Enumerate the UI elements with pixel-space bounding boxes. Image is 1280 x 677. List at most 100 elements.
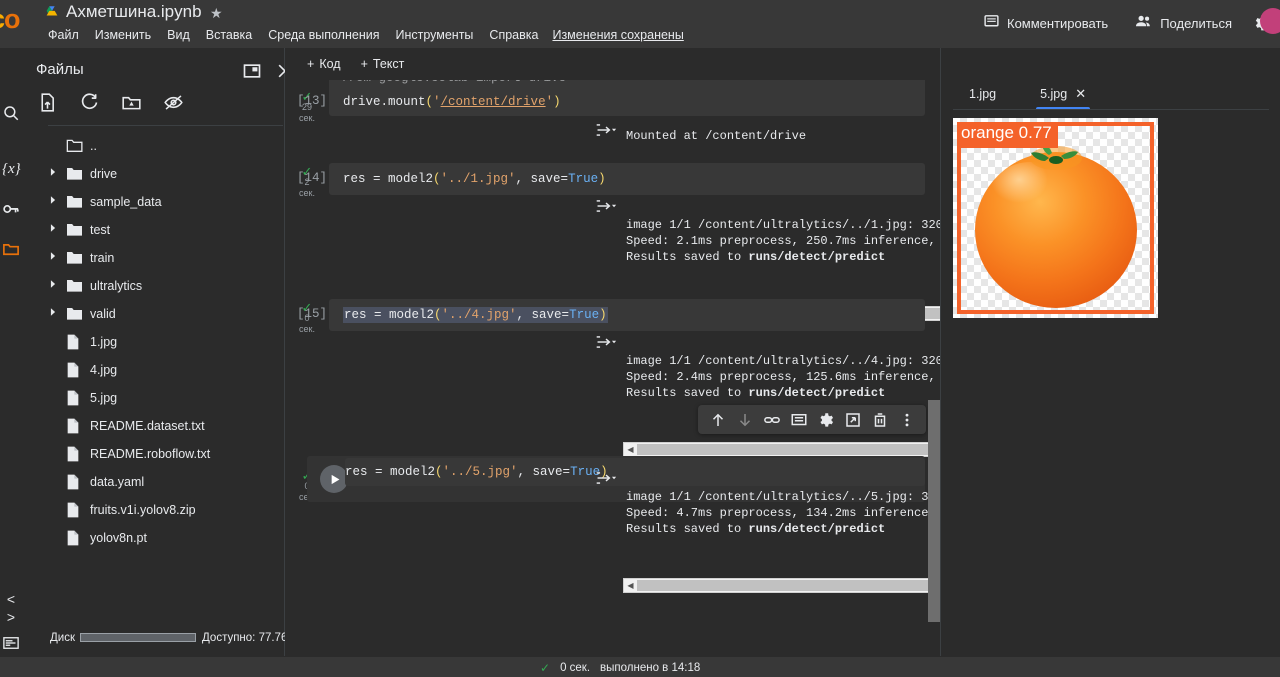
expand-twisty-icon[interactable]	[48, 279, 62, 293]
menu-item-file[interactable]: Файл	[46, 26, 81, 44]
cell-index-label: [13]	[297, 94, 328, 108]
file-tree-folder[interactable]: ..	[22, 132, 285, 160]
terminal-icon[interactable]	[2, 634, 20, 652]
scroll-left-arrow-icon[interactable]: ◀	[624, 443, 637, 456]
expand-twisty-icon[interactable]	[48, 223, 62, 237]
cell-output-line: Speed: 2.1ms preprocess, 250.7ms inferen…	[626, 234, 936, 248]
comment-label: Комментировать	[1007, 15, 1109, 31]
file-tree-folder[interactable]: ultralytics	[22, 272, 285, 300]
more-options-icon[interactable]	[898, 411, 916, 429]
add-comment-icon[interactable]	[790, 411, 808, 429]
output-horizontal-scrollbar[interactable]: ◀ ▶	[623, 578, 940, 593]
menu-item-edit[interactable]: Изменить	[93, 26, 153, 44]
add-text-cell-button[interactable]: + Текст	[353, 53, 413, 75]
scrollbar-thumb[interactable]	[637, 444, 940, 455]
expand-twisty-icon[interactable]	[48, 251, 62, 265]
toggle-hidden-icon[interactable]	[163, 92, 185, 114]
search-icon[interactable]	[2, 104, 20, 122]
file-tree-file[interactable]: data.yaml	[22, 468, 285, 496]
file-tree-label: sample_data	[90, 195, 162, 209]
mirror-cell-icon[interactable]	[844, 411, 862, 429]
expand-twisty-icon[interactable]	[48, 167, 62, 181]
code-snippets-icon[interactable]: < >	[2, 592, 20, 627]
delete-cell-icon[interactable]	[871, 411, 889, 429]
add-code-label: Код	[319, 57, 341, 71]
run-cell-button[interactable]	[320, 465, 348, 493]
move-cell-up-icon[interactable]	[709, 411, 727, 429]
status-executed-at: выполнено в 14:18	[600, 661, 701, 674]
variables-icon[interactable]: {x}	[2, 160, 21, 178]
refresh-icon[interactable]	[79, 92, 101, 114]
file-tree-folder[interactable]: train	[22, 244, 285, 272]
menu-item-runtime[interactable]: Среда выполнения	[266, 26, 381, 44]
files-folder-icon[interactable]	[2, 240, 20, 258]
image-tab-label: 5.jpg	[1040, 87, 1068, 101]
image-preview[interactable]: orange 0.77	[953, 118, 1158, 318]
top-bar: co Ахметшина.ipynb ★ Файл Изменить Вид В…	[0, 0, 1280, 48]
expand-twisty-icon[interactable]	[48, 195, 62, 209]
notebook-scroll-container[interactable]: from google.colab import drive ✓ 29 сек.…	[285, 80, 940, 656]
output-toggle-icon[interactable]	[595, 121, 617, 139]
file-tree-file[interactable]: yolov8n.pt	[22, 524, 285, 552]
cell-index-label: [15]	[297, 307, 328, 321]
notebook-vertical-scrollbar[interactable]	[928, 400, 940, 622]
file-tree-file[interactable]: README.roboflow.txt	[22, 440, 285, 468]
file-tree-label: ultralytics	[90, 279, 143, 293]
folder-icon	[66, 138, 83, 153]
file-tree-file[interactable]: README.dataset.txt	[22, 412, 285, 440]
file-tree-label: drive	[90, 167, 118, 181]
secrets-key-icon[interactable]	[2, 200, 20, 218]
share-button[interactable]: Поделиться	[1128, 8, 1238, 38]
cell-code-box[interactable]: [14] res = model2('../1.jpg', save=True)	[297, 163, 925, 195]
saved-status-label[interactable]: Изменения сохранены	[552, 28, 683, 42]
file-tree-folder[interactable]: test	[22, 216, 285, 244]
comment-icon	[983, 13, 1000, 33]
link-to-cell-icon[interactable]	[763, 411, 781, 429]
close-tab-icon[interactable]: ✕	[1075, 86, 1086, 102]
file-tree-file[interactable]: 5.jpg	[22, 384, 285, 412]
cell-code-box[interactable]: [13] drive.mount('/content/drive')	[297, 88, 925, 116]
file-tree-file[interactable]: 4.jpg	[22, 356, 285, 384]
menu-item-help[interactable]: Справка	[487, 26, 540, 44]
user-avatar[interactable]	[1260, 8, 1280, 34]
file-tree-label: valid	[90, 307, 116, 321]
cell-code-box[interactable]: [15] res = model2('../4.jpg', save=True)	[297, 299, 925, 331]
open-in-new-window-icon[interactable]	[242, 61, 262, 81]
file-tree-label: train	[90, 251, 115, 265]
file-icon	[66, 446, 83, 462]
file-tree-folder[interactable]: valid	[22, 300, 285, 328]
image-tab-1jpg[interactable]: 1.jpg	[959, 78, 1006, 110]
file-tree-label: 4.jpg	[90, 363, 118, 377]
expand-twisty-icon[interactable]	[48, 307, 62, 321]
file-tree-label: README.dataset.txt	[90, 419, 205, 433]
image-tab-5jpg[interactable]: 5.jpg ✕	[1030, 78, 1096, 110]
menu-item-view[interactable]: Вид	[165, 26, 192, 44]
menu-item-tools[interactable]: Инструменты	[393, 26, 475, 44]
add-code-cell-button[interactable]: + Код	[299, 53, 349, 75]
files-panel: Файлы .. drive sample_data test train ul…	[22, 48, 310, 656]
file-tree-label: ..	[90, 139, 97, 153]
comment-button[interactable]: Комментировать	[977, 9, 1114, 37]
file-tree-folder[interactable]: drive	[22, 160, 285, 188]
scrollbar-thumb[interactable]	[637, 580, 940, 591]
upload-file-icon[interactable]	[37, 92, 59, 114]
file-icon	[66, 474, 83, 490]
cell-settings-icon[interactable]	[817, 411, 835, 429]
scroll-left-arrow-icon[interactable]: ◀	[624, 579, 637, 592]
move-cell-down-icon[interactable]	[736, 411, 754, 429]
cell-code-box[interactable]: res = model2('../5.jpg', save=True)	[345, 458, 925, 486]
notebook-title[interactable]: Ахметшина.ipynb	[66, 2, 202, 22]
output-toggle-icon[interactable]	[595, 469, 617, 487]
output-horizontal-scrollbar[interactable]: ◀ ▶	[623, 442, 940, 457]
file-tree-folder[interactable]: sample_data	[22, 188, 285, 216]
file-tree-file[interactable]: 1.jpg	[22, 328, 285, 356]
star-icon[interactable]: ★	[210, 5, 223, 22]
output-toggle-icon[interactable]	[595, 333, 617, 351]
mount-drive-icon[interactable]	[121, 92, 143, 114]
menu-item-insert[interactable]: Вставка	[204, 26, 254, 44]
folder-icon	[66, 222, 83, 237]
output-toggle-icon[interactable]	[595, 197, 617, 215]
file-tree-file[interactable]: fruits.v1i.yolov8.zip	[22, 496, 285, 524]
disk-usage-label: Диск	[50, 632, 75, 644]
colab-logo[interactable]: co	[0, 4, 21, 35]
